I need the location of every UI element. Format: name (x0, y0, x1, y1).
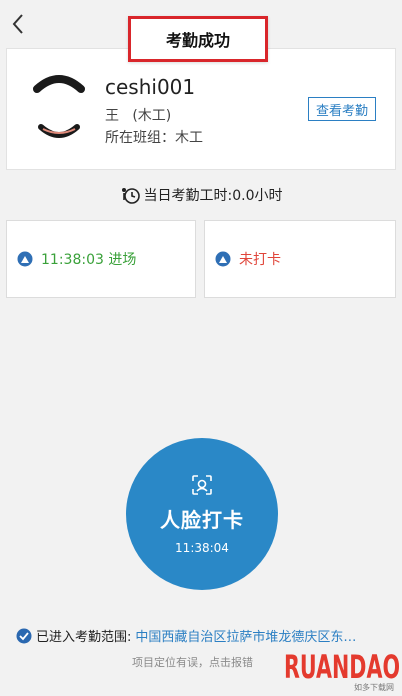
range-label: 已进入考勤范围: (36, 630, 132, 645)
site-watermark-logo: RUANDAO 如多下载网 (284, 648, 400, 692)
face-checkin-label: 人脸打卡 (160, 507, 244, 532)
view-attendance-button[interactable]: 查看考勤 (308, 97, 376, 121)
entry-record-card: 11:38:03 进场 (6, 220, 196, 298)
location-person-icon (215, 251, 231, 267)
clock-person-icon (121, 188, 140, 204)
user-name: ceshi001 (105, 75, 196, 99)
svg-text:如多下载网: 如多下载网 (354, 682, 394, 692)
check-circle-icon (16, 628, 32, 643)
location-person-icon (17, 251, 33, 267)
report-location-link[interactable]: 项目定位有误，点击报错 (132, 654, 253, 670)
profile-card: ceshi001 王 (木工) 所在班组：木工 查看考勤 (6, 48, 396, 170)
chevron-left-icon (12, 14, 23, 34)
face-checkin-time: 11:38:04 (175, 540, 229, 555)
user-role: 王 (木工) (105, 108, 172, 124)
work-hours-text: 当日考勤工时:0.0小时 (143, 188, 283, 204)
svg-text:RUANDAO: RUANDAO (284, 648, 400, 686)
success-title: 考勤成功 (128, 16, 268, 62)
attendance-range: 已进入考勤范围: 中国西藏自治区拉萨市堆龙德庆区东… (16, 626, 396, 645)
entry-record-text: 11:38:03 进场 (41, 252, 137, 268)
face-scan-icon (192, 474, 212, 495)
work-hours: 当日考勤工时:0.0小时 (0, 182, 402, 208)
range-location[interactable]: 中国西藏自治区拉萨市堆龙德庆区东… (135, 626, 356, 645)
user-team: 所在班组：木工 (105, 130, 203, 146)
exit-record-card: 未打卡 (204, 220, 396, 298)
exit-record-text: 未打卡 (239, 252, 281, 268)
avatar (33, 75, 85, 138)
face-checkin-button[interactable]: 人脸打卡 11:38:04 (126, 438, 278, 590)
back-button[interactable] (6, 10, 30, 38)
